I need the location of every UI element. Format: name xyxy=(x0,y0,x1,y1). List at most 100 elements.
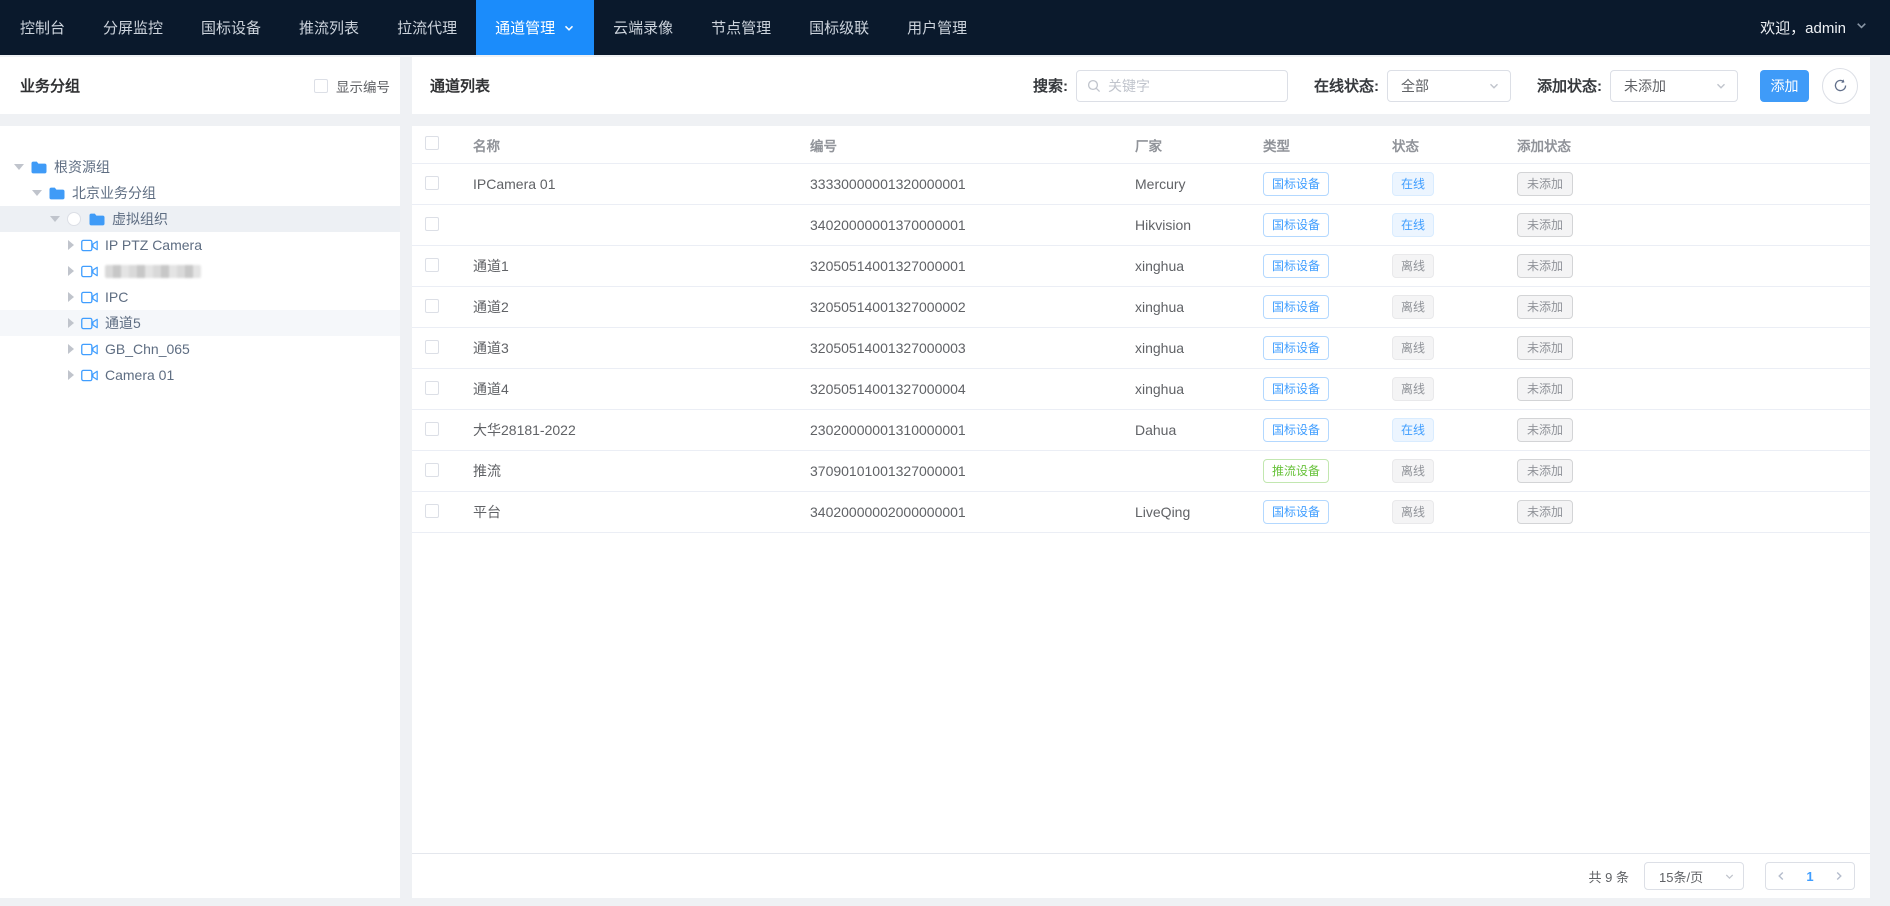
cell-added-status: 未添加 xyxy=(1510,459,1870,483)
table-header-row: 名称编号厂家类型状态添加状态 xyxy=(412,126,1870,164)
caret-right-icon[interactable] xyxy=(68,370,74,380)
tree-item[interactable]: IP PTZ Camera xyxy=(0,232,400,258)
tree-item[interactable]: IPC xyxy=(0,284,400,310)
nav-tab-9[interactable]: 国标级联 xyxy=(790,0,888,55)
tree-item[interactable]: 北京业务分组 xyxy=(0,180,400,206)
cell-vendor: xinghua xyxy=(1125,299,1255,315)
group-tree: 根资源组北京业务分组虚拟组织IP PTZ Camera IPC通道5GB_Chn_… xyxy=(0,126,400,898)
table-row[interactable]: 通道232050514001327000002xinghua国标设备离线未添加 xyxy=(412,287,1870,328)
select-all-checkbox[interactable] xyxy=(425,136,439,150)
folder-icon xyxy=(89,213,105,226)
col-name: 名称 xyxy=(458,135,800,155)
page-size-select[interactable]: 15条/页 xyxy=(1644,862,1744,890)
sidebar: 业务分组 显示编号 根资源组北京业务分组虚拟组织IP PTZ CameraIPC… xyxy=(0,57,400,898)
tree-item[interactable] xyxy=(0,258,400,284)
cell-status: 离线 xyxy=(1385,295,1510,319)
added-status-select[interactable]: 未添加 xyxy=(1610,70,1738,102)
row-checkbox[interactable] xyxy=(425,381,439,395)
user-menu[interactable]: 欢迎，admin xyxy=(1738,0,1890,55)
show-id-checkbox[interactable] xyxy=(314,79,328,93)
tree-item[interactable]: 虚拟组织 xyxy=(0,206,400,232)
table-row[interactable]: 34020000001370000001Hikvision国标设备在线未添加 xyxy=(412,205,1870,246)
search-input[interactable] xyxy=(1108,78,1277,94)
cell-type: 国标设备 xyxy=(1255,336,1385,360)
add-button[interactable]: 添加 xyxy=(1760,70,1809,102)
row-checkbox[interactable] xyxy=(425,340,439,354)
tree-radio[interactable] xyxy=(67,212,81,226)
tree-item[interactable]: 根资源组 xyxy=(0,154,400,180)
table-row[interactable]: 大华28181-202223020000001310000001Dahua国标设… xyxy=(412,410,1870,451)
row-checkbox[interactable] xyxy=(425,422,439,436)
tree-item[interactable]: GB_Chn_065 xyxy=(0,336,400,362)
caret-down-icon[interactable] xyxy=(32,190,42,196)
row-checkbox[interactable] xyxy=(425,463,439,477)
page-content: 业务分组 显示编号 根资源组北京业务分组虚拟组织IP PTZ CameraIPC… xyxy=(0,55,1890,906)
cell-status: 离线 xyxy=(1385,500,1510,524)
row-checkbox[interactable] xyxy=(425,258,439,272)
tree-item[interactable]: 通道5 xyxy=(0,310,400,336)
nav-tab-1[interactable]: 控制台 xyxy=(1,0,84,55)
cell-status: 在线 xyxy=(1385,213,1510,237)
table-row[interactable]: 平台34020000002000000001LiveQing国标设备离线未添加 xyxy=(412,492,1870,533)
nav-tab-10[interactable]: 用户管理 xyxy=(888,0,986,55)
table-row[interactable]: 推流37090101001327000001推流设备离线未添加 xyxy=(412,451,1870,492)
caret-down-icon[interactable] xyxy=(14,164,24,170)
nav-tab-5[interactable]: 拉流代理 xyxy=(378,0,476,55)
cell-status: 离线 xyxy=(1385,459,1510,483)
nav-tab-6[interactable]: 通道管理 xyxy=(476,0,594,55)
tree-item[interactable]: Camera 01 xyxy=(0,362,400,388)
row-checkbox[interactable] xyxy=(425,176,439,190)
user-greeting: 欢迎，admin xyxy=(1760,17,1846,38)
nav-tab-3[interactable]: 国标设备 xyxy=(182,0,280,55)
nav-tab-label: 拉流代理 xyxy=(397,17,457,38)
row-checkbox[interactable] xyxy=(425,217,439,231)
show-id-label: 显示编号 xyxy=(336,76,390,96)
nav-tab-label: 控制台 xyxy=(20,17,65,38)
row-checkbox-cell xyxy=(412,217,458,234)
cell-type: 国标设备 xyxy=(1255,213,1385,237)
chevron-down-icon xyxy=(1715,80,1727,92)
redacted-label xyxy=(105,265,201,278)
row-checkbox[interactable] xyxy=(425,504,439,518)
page-title: 通道列表 xyxy=(430,75,490,96)
table-body: IPCamera 0133330000001320000001Mercury国标… xyxy=(412,164,1870,533)
caret-right-icon[interactable] xyxy=(68,344,74,354)
show-id-toggle[interactable]: 显示编号 xyxy=(314,76,390,96)
row-checkbox[interactable] xyxy=(425,299,439,313)
added-status-value: 未添加 xyxy=(1624,76,1666,96)
cell-name: 推流 xyxy=(458,461,800,481)
current-page[interactable]: 1 xyxy=(1806,869,1813,884)
cell-added-status: 未添加 xyxy=(1510,295,1870,319)
table-row[interactable]: 通道332050514001327000003xinghua国标设备离线未添加 xyxy=(412,328,1870,369)
nav-tab-4[interactable]: 推流列表 xyxy=(280,0,378,55)
table-row[interactable]: 通道432050514001327000004xinghua国标设备离线未添加 xyxy=(412,369,1870,410)
cell-name: 平台 xyxy=(458,502,800,522)
cell-vendor: LiveQing xyxy=(1125,504,1255,520)
caret-right-icon[interactable] xyxy=(68,292,74,302)
cell-added-status: 未添加 xyxy=(1510,213,1870,237)
cell-id: 34020000002000000001 xyxy=(800,504,1125,520)
row-checkbox-cell xyxy=(412,422,458,439)
cell-type: 国标设备 xyxy=(1255,500,1385,524)
table-row[interactable]: 通道132050514001327000001xinghua国标设备离线未添加 xyxy=(412,246,1870,287)
table-row[interactable]: IPCamera 0133330000001320000001Mercury国标… xyxy=(412,164,1870,205)
nav-tab-2[interactable]: 分屏监控 xyxy=(84,0,182,55)
caret-right-icon[interactable] xyxy=(68,240,74,250)
search-label: 搜索: xyxy=(1033,75,1068,96)
next-page-button[interactable] xyxy=(1833,870,1845,882)
chevron-down-icon xyxy=(563,22,575,34)
cell-type: 国标设备 xyxy=(1255,418,1385,442)
camera-icon xyxy=(81,343,98,356)
prev-page-button[interactable] xyxy=(1775,870,1787,882)
nav-tab-7[interactable]: 云端录像 xyxy=(594,0,692,55)
cell-id: 23020000001310000001 xyxy=(800,422,1125,438)
online-status-select[interactable]: 全部 xyxy=(1387,70,1511,102)
nav-tab-8[interactable]: 节点管理 xyxy=(692,0,790,55)
cell-status: 离线 xyxy=(1385,254,1510,278)
caret-right-icon[interactable] xyxy=(68,318,74,328)
cell-added-status: 未添加 xyxy=(1510,254,1870,278)
added-status-badge: 未添加 xyxy=(1517,295,1573,319)
refresh-button[interactable] xyxy=(1822,68,1858,104)
caret-right-icon[interactable] xyxy=(68,266,74,276)
caret-down-icon[interactable] xyxy=(50,216,60,222)
